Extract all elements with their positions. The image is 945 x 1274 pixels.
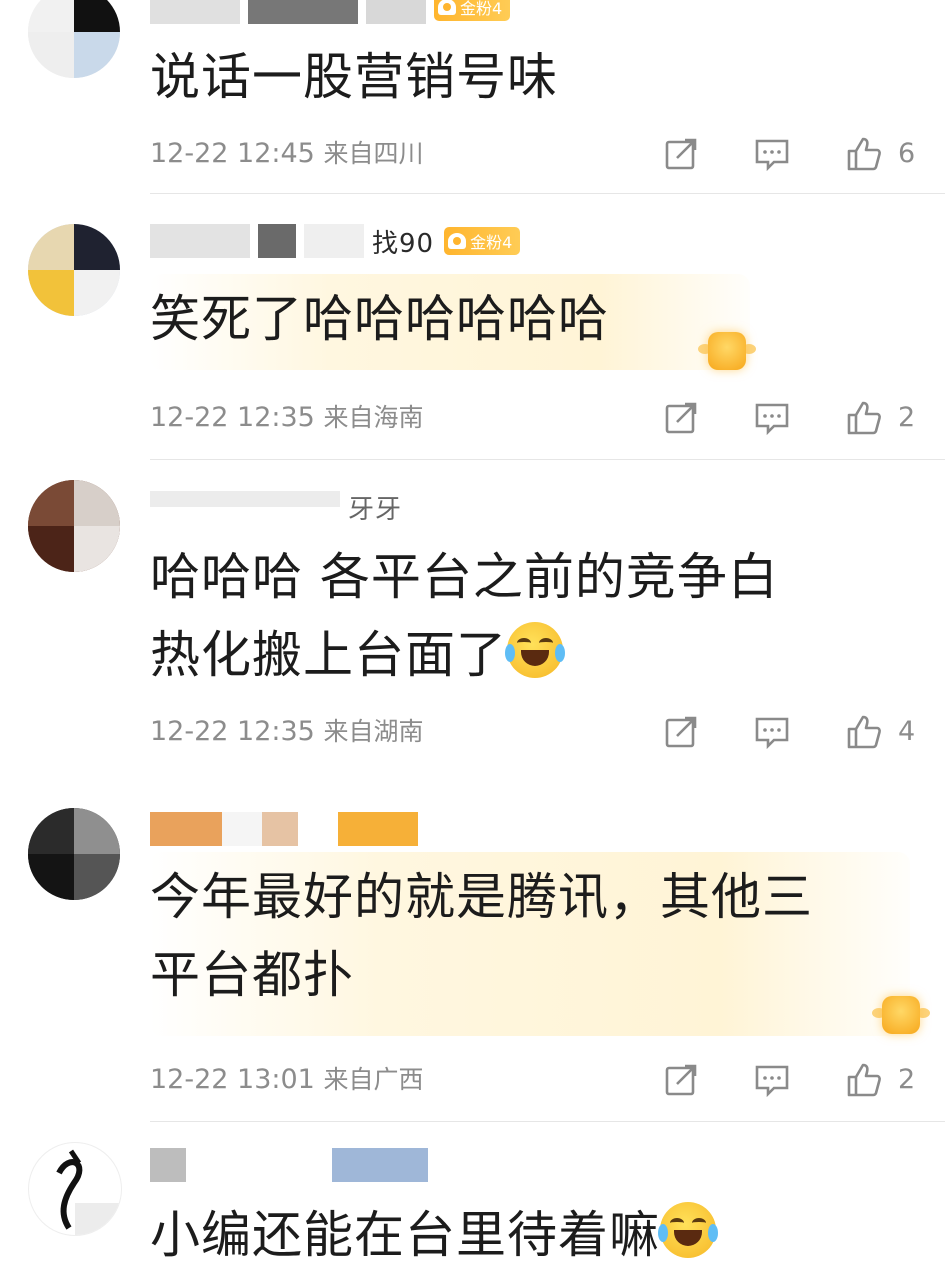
comment-time: 12-22 13:01 [150,1064,315,1095]
like-button[interactable] [846,136,886,172]
divider [150,459,945,460]
avatar[interactable] [28,224,120,316]
blurred-username [150,1148,186,1182]
blurred-username [248,0,358,24]
reply-button[interactable] [754,400,794,436]
comment-text-line-2: 平台都扑 [150,946,354,1004]
share-button[interactable] [663,136,703,172]
comment-text-line-2: 热化搬上台面了 [150,616,565,694]
reply-button[interactable] [754,136,794,172]
like-count: 6 [898,138,916,169]
blurred-username [304,224,364,258]
comment-text: 笑死了哈哈哈哈哈哈 [150,290,609,348]
share-button[interactable] [663,400,703,436]
thumbs-up-icon [847,401,881,435]
blurred-username [150,0,240,24]
share-icon [665,716,697,748]
thumbs-up-icon [847,137,881,171]
reply-button[interactable] [754,714,794,750]
blurred-username [338,812,418,846]
share-button[interactable] [663,714,703,750]
blurred-username [150,224,250,258]
comment-location: 来自广西 [323,1065,424,1094]
fan-badge: 金粉4 [444,227,521,255]
crown-icon [438,0,456,15]
comment-text-content: 小编还能在台里待着嘛 [150,1206,660,1264]
blurred-username [258,224,296,258]
divider [150,193,945,194]
comment-meta: 12-22 12:45 来自四川 6 [150,136,930,172]
blurred-username [222,812,262,846]
username-line[interactable]: 牙牙 [150,490,412,525]
comment-icon [755,403,789,436]
blurred-username [150,812,222,846]
comment-time: 12-22 12:35 [150,716,315,747]
gold-medal-icon [698,326,756,376]
blurred-username [150,491,340,507]
comment-text-line-1: 哈哈哈 各平台之前的竞争白 [150,548,779,606]
laughing-tears-emoji [658,1202,718,1258]
fan-badge: 金粉4 [434,0,511,21]
avatar[interactable] [28,0,120,78]
share-icon [665,1064,697,1096]
comment-meta: 12-22 12:35 来自海南 2 [150,400,930,436]
avatar[interactable] [28,1142,122,1236]
share-icon [665,402,697,434]
blurred-username [262,812,298,846]
crown-icon [448,233,467,249]
like-button[interactable] [846,1062,886,1098]
comment-location: 来自四川 [323,139,424,168]
like-count: 2 [898,1064,916,1095]
comment-meta: 12-22 12:35 来自湖南 4 [150,714,930,750]
username-line[interactable] [150,1148,436,1182]
comment-icon [755,1065,789,1098]
thumbs-up-icon [847,1063,881,1097]
avatar[interactable] [28,808,120,900]
like-count: 2 [898,402,916,433]
like-button[interactable] [846,714,886,750]
laughing-tears-emoji [505,622,565,678]
avatar[interactable] [28,480,120,572]
thumbs-up-icon [847,715,881,749]
like-button[interactable] [846,400,886,436]
comment-time: 12-22 12:35 [150,402,315,433]
blurred-username [332,1148,428,1182]
username-line[interactable]: 金粉4 [150,0,511,24]
username-fragment: 牙牙 [348,494,403,525]
comment-text: 小编还能在台里待着嘛 [150,1196,718,1274]
comment-meta: 12-22 13:01 来自广西 2 [150,1062,930,1098]
comment-text-line-1: 今年最好的就是腾讯，其他三 [150,868,813,926]
like-count: 4 [898,716,916,747]
username-line[interactable] [150,812,426,846]
comment-text-line-2-text: 热化搬上台面了 [150,626,507,684]
gold-medal-icon [872,990,930,1040]
username-fragment: 找90 [372,228,435,259]
divider [150,1121,945,1122]
blurred-username [366,0,426,24]
comment-text: 说话一股营销号味 [150,48,558,106]
reply-button[interactable] [754,1062,794,1098]
comment-time: 12-22 12:45 [150,138,315,169]
comment-icon [755,717,789,750]
blurred-username [298,812,338,846]
comment-icon [755,139,789,172]
blurred-username [194,1148,324,1182]
username-line[interactable]: 找90 金粉4 [150,224,521,259]
share-icon [665,138,697,170]
share-button[interactable] [663,1062,703,1098]
comment-location: 来自湖南 [323,717,424,746]
comment-location: 来自海南 [323,403,424,432]
